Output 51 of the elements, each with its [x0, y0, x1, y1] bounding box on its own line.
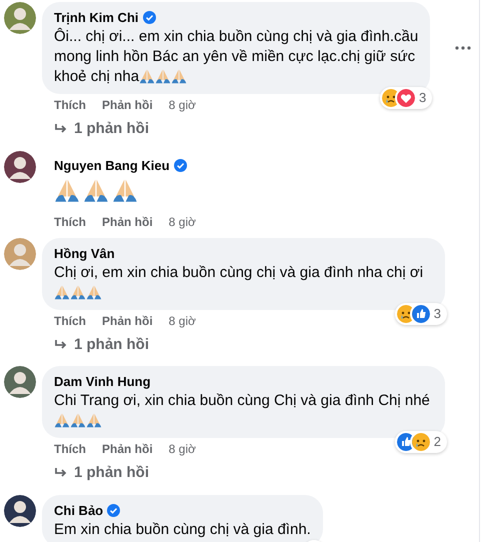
heart-icon — [396, 89, 415, 107]
timestamp: 8 giờ — [168, 214, 196, 230]
crying-face-icon — [382, 89, 400, 107]
crying-face-icon — [396, 304, 415, 322]
more-options-icon[interactable] — [455, 46, 471, 50]
praying-hands-icon — [139, 68, 156, 84]
reaction-summary[interactable]: 3 — [380, 87, 432, 109]
praying-hands-icon — [54, 284, 70, 300]
reply-arrow-icon — [54, 338, 68, 351]
praying-hands-icon — [70, 412, 86, 428]
avatar[interactable] — [4, 366, 36, 398]
reply-link[interactable]: Phản hồi — [102, 441, 153, 457]
reply-link[interactable]: Phản hồi — [102, 312, 153, 328]
timestamp: 8 giờ — [168, 312, 196, 328]
praying-hands-icon — [70, 284, 86, 300]
comment-text: Em xin chia buồn cùng chị và gia đình. — [54, 520, 311, 538]
thumbs-up-icon — [396, 433, 415, 451]
view-replies-link[interactable]: 1 phản hồi — [54, 462, 149, 484]
comment-text-line: mong linh hồn Bác an yên về miền cực lạc.chị giữ sức — [54, 48, 416, 65]
view-replies-link[interactable]: 1 phản hồi — [54, 334, 149, 356]
reply-link[interactable]: Phản hồi — [102, 214, 153, 230]
author-name[interactable]: Hồng Vân — [54, 244, 115, 262]
reaction-summary[interactable]: 3 — [394, 302, 447, 324]
praying-hands-icon — [54, 412, 70, 428]
avatar[interactable] — [4, 494, 36, 526]
timestamp: 8 giờ — [168, 97, 196, 113]
like-link[interactable]: Thích — [54, 441, 86, 457]
author-name[interactable]: Trịnh Kim Chi — [54, 9, 138, 26]
author-name[interactable]: Dam Vinh Hung — [54, 373, 151, 390]
like-link[interactable]: Thích — [54, 214, 86, 230]
timestamp: 8 giờ — [168, 441, 196, 457]
comment-text-line: Ôi... chị ơi... em xin chia buồn cùng chị và gia đình.cầu — [54, 28, 418, 45]
thumbs-up-icon — [412, 304, 430, 322]
author-name[interactable]: Chi Bảo — [54, 502, 104, 518]
view-replies-link[interactable]: 1 phản hồi — [54, 118, 149, 140]
praying-hands-icon — [171, 68, 188, 84]
praying-hands-icon — [86, 284, 102, 300]
avatar[interactable] — [4, 150, 36, 182]
comment-text: Chị ơi, em xin chia buồn cùng chị và gia đình nha chị ơi — [54, 264, 424, 280]
like-link[interactable]: Thích — [54, 312, 86, 328]
crying-face-icon — [412, 433, 430, 451]
reply-arrow-icon — [54, 467, 68, 480]
reaction-summary[interactable]: 2 — [394, 431, 447, 453]
reply-arrow-icon — [54, 123, 68, 136]
comment-text: Chi Trang ơi, xin chia buồn cùng Chị và gia đình Chị nhé — [54, 392, 430, 409]
like-link[interactable]: Thích — [54, 97, 86, 113]
praying-hands-icon — [86, 412, 102, 428]
author-name[interactable]: Nguyen Bang Kieu — [54, 156, 170, 174]
reply-link[interactable]: Phản hồi — [102, 97, 153, 113]
comment-text-line: khoẻ chị nha — [54, 68, 140, 85]
praying-hands-icon — [155, 68, 172, 84]
